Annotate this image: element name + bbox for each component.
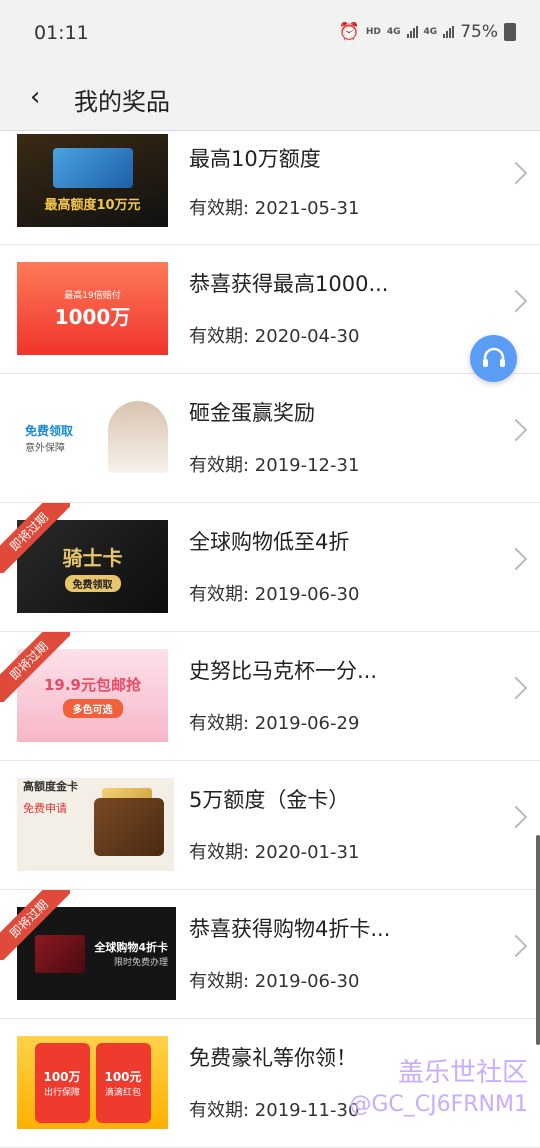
- prize-title: 全球购物低至4折: [189, 530, 350, 554]
- chevron-right-icon: [504, 547, 528, 571]
- prize-expiry-date: 有效期: 2019-06-30: [189, 584, 360, 605]
- watermark-handle: @GC_CJ6FRNM1: [349, 1092, 528, 1117]
- prize-thumbnail: 最高额度10万元: [17, 134, 168, 227]
- signal-icon-1: [406, 26, 418, 38]
- prize-thumbnail: 最高19倍赔付 1000万: [17, 262, 168, 355]
- red-packet-right: 100元 滴滴红包: [95, 1042, 151, 1123]
- prize-expiry-date: 有效期: 2020-01-31: [189, 842, 360, 863]
- prize-expiry-date: 有效期: 2019-12-31: [189, 455, 360, 476]
- prize-list: 最高额度10万元 最高10万额度 有效期: 2021-05-31 最高19倍赔付…: [0, 131, 540, 1148]
- back-arrow-icon[interactable]: ‹: [30, 82, 60, 112]
- prize-title: 最高10万额度: [189, 147, 321, 171]
- customer-service-button[interactable]: [470, 335, 517, 382]
- prize-expiry-date: 有效期: 2019-11-30: [189, 1100, 360, 1121]
- prize-title: 史努比马克杯一分...: [189, 659, 378, 683]
- prize-item[interactable]: 全球购物4折卡 限时免费办理 即将过期 恭喜获得购物4折卡... 有效期: 20…: [0, 890, 540, 1019]
- thumbnail-subtext: 最高19倍赔付: [64, 290, 121, 301]
- app-header: ‹ 我的奖品: [0, 68, 540, 131]
- prize-expiry-date: 有效期: 2021-05-31: [189, 198, 360, 219]
- prize-title: 免费豪礼等你领！: [189, 1046, 357, 1070]
- prize-title: 恭喜获得最高1000...: [189, 272, 389, 296]
- thumbnail-text: 19.9元包邮抢: [43, 675, 141, 694]
- prize-thumbnail: 全球购物4折卡 限时免费办理: [17, 907, 176, 1000]
- thumbnail-subtext: 多色可选: [62, 698, 123, 718]
- network-type-2: 4G: [423, 26, 438, 37]
- envelope-image: [35, 935, 85, 973]
- prize-thumbnail: 免费领取 意外保障: [17, 391, 176, 484]
- prize-thumbnail: 高额度金卡 免费申请: [17, 778, 174, 871]
- prize-expiry-date: 有效期: 2020-04-30: [189, 326, 360, 347]
- chevron-right-icon: [504, 676, 528, 700]
- signal-icon-2: [443, 26, 455, 38]
- prize-item[interactable]: 高额度金卡 免费申请 5万额度（金卡） 有效期: 2020-01-31: [0, 761, 540, 890]
- thumbnail-subtext: 限时免费办理: [113, 958, 168, 968]
- chevron-right-icon: [504, 418, 528, 442]
- headset-icon: [482, 347, 505, 367]
- status-icons: ⏰ HD 4G 4G 75%: [339, 22, 516, 42]
- prize-item[interactable]: 骑士卡 免费领取 即将过期 全球购物低至4折 有效期: 2019-06-30: [0, 503, 540, 632]
- chevron-right-icon: [504, 805, 528, 829]
- page-title: 我的奖品: [74, 88, 170, 116]
- prize-item[interactable]: 最高额度10万元 最高10万额度 有效期: 2021-05-31: [0, 131, 540, 245]
- prize-thumbnail: 19.9元包邮抢 多色可选: [17, 649, 168, 742]
- prize-thumbnail: 骑士卡 免费领取: [17, 520, 168, 613]
- thumbnail-text: 免费领取: [25, 423, 74, 438]
- thumbnail-subtext: 免费申请: [23, 802, 67, 815]
- thumbnail-text: 最高额度10万元: [44, 198, 141, 213]
- thumbnail-subtext: 滴滴红包: [104, 1087, 141, 1098]
- wallet-image: [94, 798, 164, 856]
- network-type-1: 4G: [386, 26, 401, 37]
- thumbnail-subtext: 出行保障: [43, 1087, 80, 1098]
- thumbnail-subtext: 意外保障: [25, 442, 65, 454]
- chevron-right-icon: [504, 161, 528, 185]
- battery-percent: 75%: [460, 22, 498, 42]
- status-bar: 01:11 ⏰ HD 4G 4G 75%: [0, 0, 540, 68]
- credit-card-image: [52, 148, 133, 188]
- scrollbar[interactable]: [536, 835, 540, 1045]
- prize-expiry-date: 有效期: 2019-06-30: [189, 971, 360, 992]
- family-photo-image: [108, 401, 168, 473]
- hd-indicator: HD: [365, 26, 381, 37]
- chevron-right-icon: [504, 934, 528, 958]
- prize-title: 恭喜获得购物4折卡...: [189, 917, 391, 941]
- thumbnail-text: 1000万: [54, 304, 131, 329]
- battery-icon: [504, 23, 516, 41]
- alarm-icon: ⏰: [338, 22, 360, 42]
- thumbnail-text: 100元: [104, 1069, 142, 1084]
- prize-thumbnail: 100万 出行保障 100元 滴滴红包: [17, 1036, 168, 1129]
- prize-title: 砸金蛋赢奖励: [189, 401, 315, 425]
- prize-item[interactable]: 免费领取 意外保障 砸金蛋赢奖励 有效期: 2019-12-31: [0, 374, 540, 503]
- thumbnail-text: 骑士卡: [62, 545, 123, 570]
- thumbnail-text: 100万: [43, 1069, 81, 1084]
- prize-item[interactable]: 19.9元包邮抢 多色可选 即将过期 史努比马克杯一分... 有效期: 2019…: [0, 632, 540, 761]
- watermark-text: 盖乐世社区: [397, 1058, 528, 1088]
- prize-item[interactable]: 最高19倍赔付 1000万 恭喜获得最高1000... 有效期: 2020-04…: [0, 245, 540, 374]
- thumbnail-subtext: 免费领取: [64, 574, 121, 592]
- status-time: 01:11: [34, 22, 89, 44]
- chevron-right-icon: [504, 289, 528, 313]
- prize-expiry-date: 有效期: 2019-06-29: [189, 713, 360, 734]
- thumbnail-text: 全球购物4折卡: [94, 941, 168, 954]
- red-packet-left: 100万 出行保障: [34, 1042, 90, 1123]
- thumbnail-text: 高额度金卡: [23, 780, 78, 793]
- prize-title: 5万额度（金卡）: [189, 788, 350, 812]
